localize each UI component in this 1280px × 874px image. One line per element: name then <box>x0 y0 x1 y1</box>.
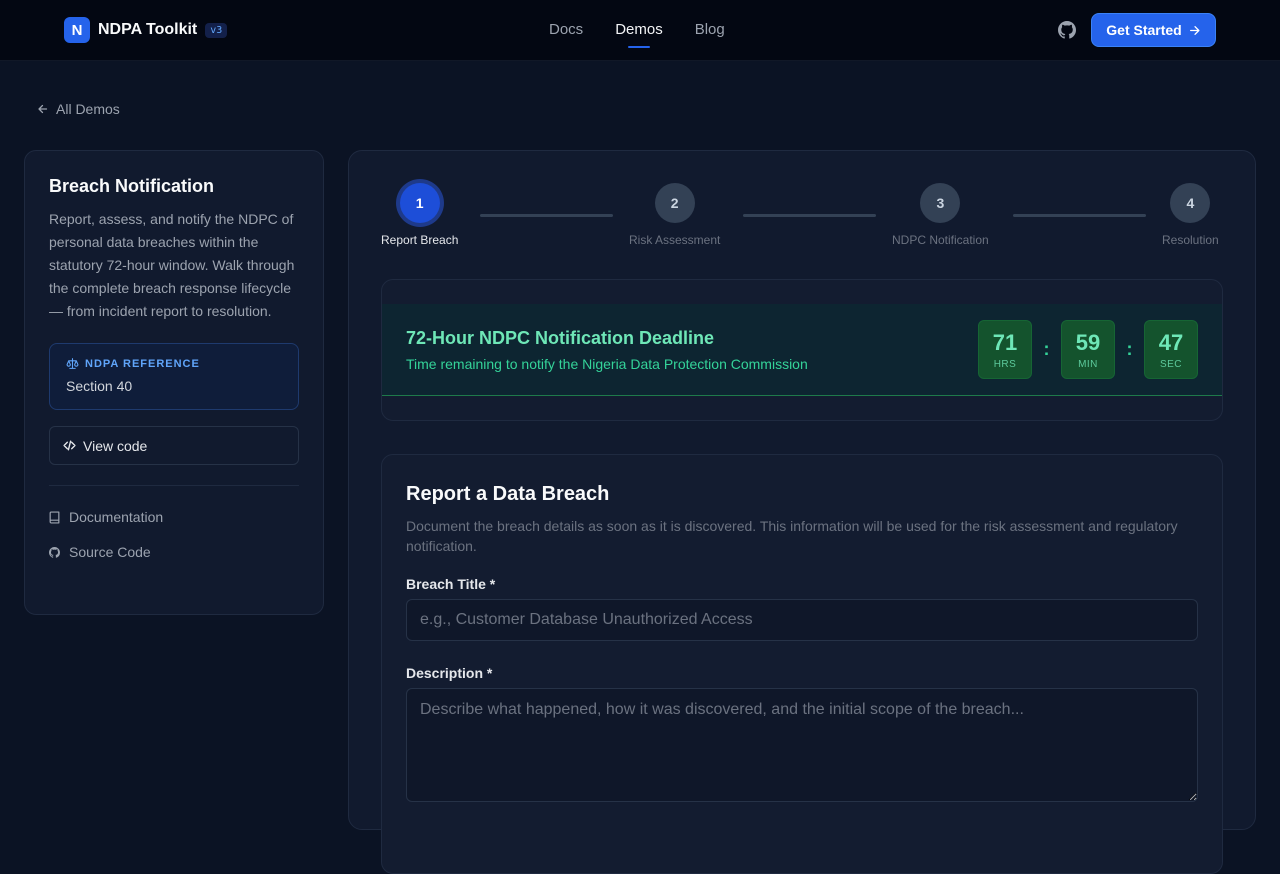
demo-main-panel: 1 Report Breach 2 Risk Assessment 3 NDPC… <box>348 150 1256 874</box>
brand[interactable]: N NDPA Toolkit v3 <box>64 17 228 43</box>
reference-label-text: NDPA REFERENCE <box>85 357 200 370</box>
arrow-right-icon <box>1189 25 1200 35</box>
form-title: Report a Data Breach <box>406 483 610 505</box>
seconds-box: 47 SEC <box>1144 320 1198 379</box>
get-started-label: Get Started <box>1106 22 1182 38</box>
reference-label: NDPA REFERENCE <box>66 357 282 370</box>
github-icon[interactable] <box>1058 21 1076 39</box>
get-started-button[interactable]: Get Started <box>1091 13 1216 47</box>
minutes-value: 59 <box>1075 329 1101 355</box>
brand-logo: N <box>64 17 90 43</box>
nav-link-docs[interactable]: Docs <box>549 21 583 38</box>
back-link-label: All Demos <box>56 101 120 117</box>
hours-unit: HRS <box>993 358 1017 370</box>
deadline-title: 72-Hour NDPC Notification Deadline <box>406 328 715 348</box>
reference-value: Section 40 <box>66 378 133 394</box>
version-badge: v3 <box>205 22 228 38</box>
arrow-left-icon <box>38 104 48 114</box>
documentation-link[interactable]: Documentation <box>49 509 299 525</box>
main-nav: Docs Demos Blog <box>549 21 757 48</box>
progress-stepper: 1 Report Breach 2 Risk Assessment 3 NDPC… <box>381 183 1223 253</box>
deadline-countdown-card: 72-Hour NDPC Notification Deadline Time … <box>381 279 1223 421</box>
step-report-breach[interactable]: 1 Report Breach <box>381 183 458 247</box>
view-code-button[interactable]: View code <box>49 426 299 465</box>
step-number: 4 <box>1170 183 1211 223</box>
source-code-label: Source Code <box>69 544 151 560</box>
minutes-box: 59 MIN <box>1061 320 1115 379</box>
description-textarea[interactable] <box>406 688 1198 802</box>
demo-info-sidebar: Breach Notification Report, assess, and … <box>24 150 324 615</box>
demo-title: Breach Notification <box>49 176 215 196</box>
code-icon <box>63 440 76 451</box>
back-link[interactable]: All Demos <box>37 101 120 117</box>
brand-name: NDPA Toolkit <box>98 21 198 38</box>
step-connector <box>743 214 876 217</box>
seconds-value: 47 <box>1158 329 1184 355</box>
step-label: Resolution <box>1162 233 1219 247</box>
step-resolution[interactable]: 4 Resolution <box>1162 183 1219 247</box>
report-breach-form: Report a Data Breach Document the breach… <box>381 454 1223 874</box>
top-navbar: N NDPA Toolkit v3 Docs Demos Blog Get St… <box>0 0 1280 61</box>
step-number: 1 <box>399 183 440 223</box>
minutes-unit: MIN <box>1078 358 1098 370</box>
github-icon <box>49 546 60 558</box>
deadline-banner: 72-Hour NDPC Notification Deadline Time … <box>382 304 1222 396</box>
ndpa-reference-box: NDPA REFERENCE Section 40 <box>49 343 299 410</box>
step-ndpc-notification[interactable]: 3 NDPC Notification <box>892 183 989 247</box>
time-separator: : <box>1126 339 1133 359</box>
hours-box: 71 HRS <box>978 320 1032 379</box>
sidebar-divider <box>49 485 299 486</box>
step-connector <box>480 214 613 217</box>
nav-link-demos[interactable]: Demos <box>615 21 663 48</box>
demo-description: Report, assess, and notify the NDPC of p… <box>49 211 295 319</box>
book-icon <box>49 510 60 524</box>
breach-title-input[interactable] <box>406 599 1198 641</box>
step-number: 2 <box>654 183 695 223</box>
description-label: Description * <box>406 665 493 681</box>
step-connector <box>1013 214 1146 217</box>
deadline-subtitle: Time remaining to notify the Nigeria Dat… <box>406 356 808 372</box>
nav-link-blog[interactable]: Blog <box>695 21 725 38</box>
step-number: 3 <box>920 183 961 223</box>
step-label: Report Breach <box>381 233 459 247</box>
time-separator: : <box>1043 339 1050 359</box>
source-code-link[interactable]: Source Code <box>49 544 299 560</box>
step-risk-assessment[interactable]: 2 Risk Assessment <box>629 183 720 247</box>
step-label: Risk Assessment <box>629 233 721 247</box>
breach-title-label: Breach Title * <box>406 576 496 592</box>
documentation-label: Documentation <box>69 509 164 525</box>
seconds-unit: SEC <box>1159 358 1183 370</box>
countdown-timer: 71 HRS : 59 MIN : 47 SEC <box>978 320 1198 379</box>
step-label: NDPC Notification <box>892 233 989 247</box>
scale-icon <box>66 358 79 369</box>
form-description: Document the breach details as soon as i… <box>406 518 1178 554</box>
view-code-label: View code <box>83 437 148 454</box>
hours-value: 71 <box>992 329 1018 355</box>
